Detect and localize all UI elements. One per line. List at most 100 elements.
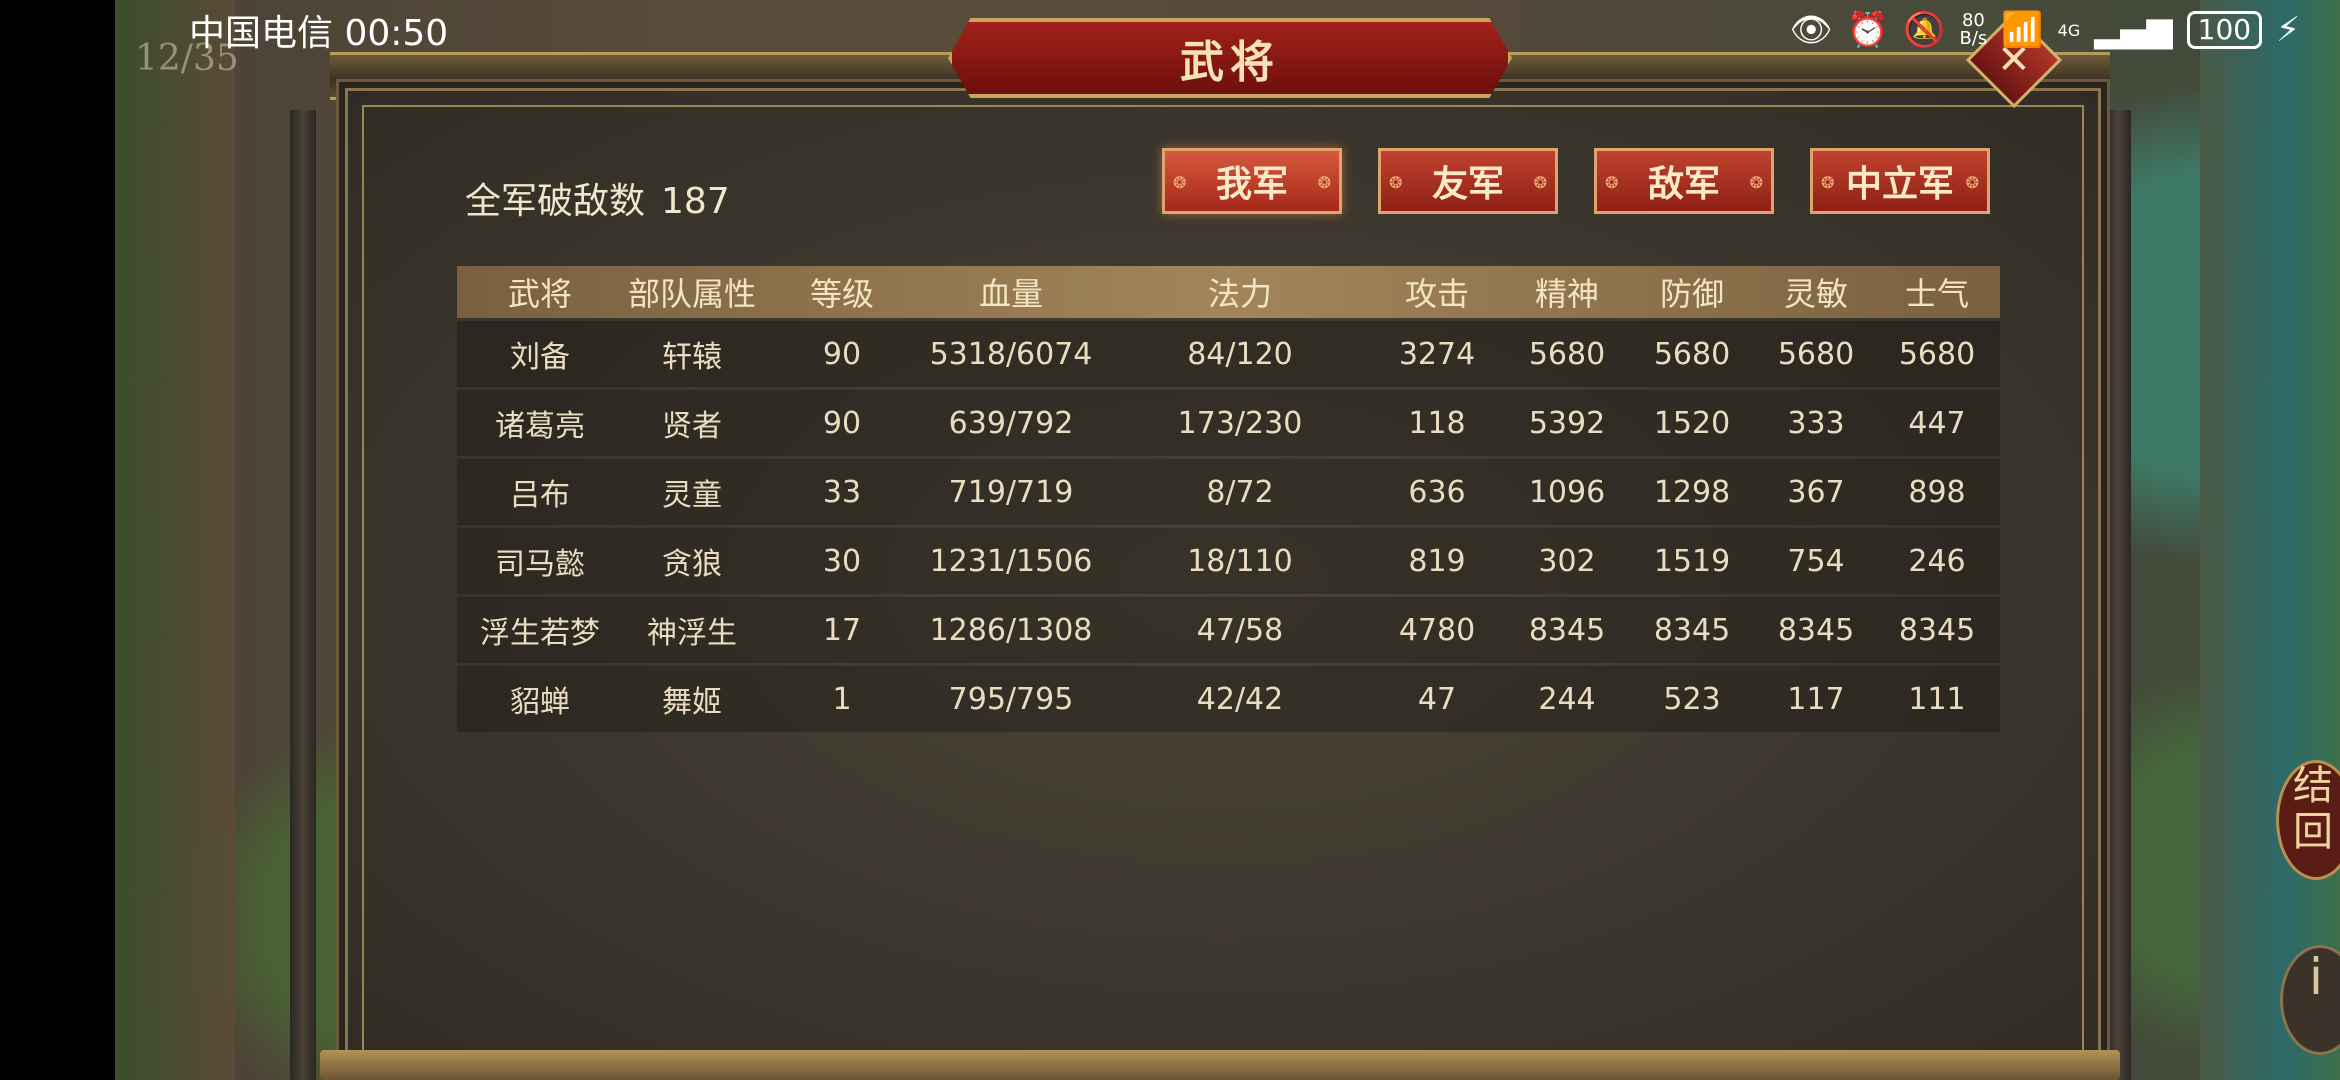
cell-defense: 1298 [1653, 474, 1731, 510]
tab-label: 中立军 [1845, 164, 1954, 205]
table-row[interactable]: 司马懿 贪狼 30 1231/1506 18/110 819 302 1519 … [457, 527, 2000, 594]
cell-morale: 447 [1908, 405, 1966, 441]
wifi-icon: 📶 [2001, 10, 2044, 50]
cell-defense: 5680 [1653, 336, 1731, 372]
cell-level: 90 [822, 336, 862, 372]
tab-label: 敌军 [1647, 164, 1720, 205]
cell-mp: 173/230 [1177, 405, 1303, 441]
cell-spirit: 244 [1538, 681, 1596, 717]
cell-troop-type: 贪狼 [662, 547, 722, 582]
cell-general: 诸葛亮 [495, 409, 585, 444]
cell-morale: 246 [1908, 543, 1966, 579]
wall-pillar-left [290, 110, 316, 1080]
network-speed: 80 B/s [1959, 10, 1988, 49]
cell-defense: 523 [1663, 681, 1721, 717]
header-defense: 防御 [1659, 275, 1724, 313]
cell-general: 吕布 [510, 478, 570, 513]
ornament-icon: ❂ [1533, 173, 1547, 192]
cell-hp: 639/792 [948, 405, 1074, 441]
cell-general: 刘备 [510, 340, 570, 375]
cell-mp: 8/72 [1206, 474, 1274, 510]
total-kills: 全军破敌数 187 [465, 172, 730, 224]
cell-hp: 1231/1506 [929, 543, 1093, 579]
table-row[interactable]: 诸葛亮 贤者 90 639/792 173/230 118 5392 1520 … [457, 389, 2000, 456]
ornament-icon: ❂ [1749, 173, 1763, 192]
cell-general: 司马懿 [495, 547, 585, 582]
cell-attack: 4780 [1398, 612, 1476, 648]
cell-morale: 111 [1908, 681, 1966, 717]
cell-spirit: 8345 [1528, 612, 1606, 648]
cell-troop-type: 贤者 [662, 409, 722, 444]
table-row[interactable]: 貂蝉 舞姬 1 795/795 42/42 47 244 523 117 111 [457, 665, 2000, 732]
cell-hp: 5318/6074 [929, 336, 1093, 372]
mute-icon: 🔕 [1903, 10, 1946, 50]
cell-attack: 819 [1408, 543, 1466, 579]
cell-morale: 898 [1908, 474, 1966, 510]
tab-label: 友军 [1431, 164, 1504, 205]
cell-level: 1 [832, 681, 852, 717]
ornament-icon: ❂ [1965, 173, 1979, 192]
header-attack: 攻击 [1404, 275, 1469, 313]
cell-hp: 1286/1308 [929, 612, 1093, 648]
carrier-time: 中国电信 00:50 [189, 13, 449, 54]
map-right-water [2200, 0, 2340, 1080]
cell-troop-type: 灵童 [662, 478, 722, 513]
header-hp: 血量 [978, 275, 1043, 313]
cell-troop-type: 舞姬 [662, 685, 722, 720]
cell-hp: 719/719 [948, 474, 1074, 510]
signal-label: 4G [2057, 20, 2081, 40]
tab-neutral-army[interactable]: ❂ 中立军 ❂ [1810, 148, 1990, 214]
cell-mp: 47/58 [1196, 612, 1284, 648]
table-row[interactable]: 吕布 灵童 33 719/719 8/72 636 1096 1298 367 … [457, 458, 2000, 525]
generals-table: 武将 部队属性 等级 血量 法力 攻击 精神 防御 灵敏 士气 刘备 轩辕 90… [457, 266, 2000, 732]
table-row[interactable]: 刘备 轩辕 90 5318/6074 84/120 3274 5680 5680… [457, 320, 2000, 387]
eye-icon: 👁 [1789, 10, 1833, 50]
ornament-icon: ❂ [1389, 173, 1403, 192]
cell-spirit: 302 [1538, 543, 1596, 579]
cell-defense: 1520 [1653, 405, 1731, 441]
map-left-terrain [115, 0, 235, 1080]
cell-hp: 795/795 [948, 681, 1074, 717]
cell-general: 貂蝉 [510, 685, 570, 720]
tab-allied-army[interactable]: ❂ 友军 ❂ [1378, 148, 1558, 214]
cell-mp: 18/110 [1187, 543, 1293, 579]
ornament-icon: ❂ [1605, 173, 1619, 192]
panel-bottom-rail [320, 1050, 2120, 1080]
cell-attack: 3274 [1398, 336, 1476, 372]
header-spirit: 精神 [1534, 275, 1599, 313]
cell-agility: 333 [1787, 405, 1845, 441]
header-general: 武将 [507, 275, 572, 313]
ornament-icon: ❂ [1173, 173, 1187, 192]
total-kills-value: 187 [661, 181, 730, 222]
cell-agility: 8345 [1777, 612, 1855, 648]
cell-agility: 367 [1787, 474, 1845, 510]
header-morale: 士气 [1904, 275, 1969, 313]
cell-spirit: 5392 [1528, 405, 1606, 441]
header-level: 等级 [809, 275, 874, 313]
cell-morale: 5680 [1898, 336, 1976, 372]
cell-level: 90 [822, 405, 862, 441]
signal-icon: ▂▄▆ [2094, 10, 2173, 50]
cell-morale: 8345 [1898, 612, 1976, 648]
cell-spirit: 5680 [1528, 336, 1606, 372]
cell-level: 17 [822, 612, 862, 648]
cell-general: 浮生若梦 [480, 616, 600, 651]
header-troop-type: 部队属性 [627, 275, 756, 313]
battery-level: 100 [2186, 11, 2263, 49]
cell-spirit: 1096 [1528, 474, 1606, 510]
cell-troop-type: 轩辕 [662, 340, 722, 375]
cell-level: 30 [822, 543, 862, 579]
total-kills-label: 全军破敌数 [465, 181, 646, 222]
system-status-bar: 中国电信 00:50 👁 ⏰ 🔕 80 B/s 📶 4G ▂▄▆ 100 ⚡ [115, 0, 2340, 60]
table-row[interactable]: 浮生若梦 神浮生 17 1286/1308 47/58 4780 8345 83… [457, 596, 2000, 663]
tab-label: 我军 [1215, 164, 1288, 205]
ornament-icon: ❂ [1821, 173, 1835, 192]
header-mp: 法力 [1207, 275, 1272, 313]
table-header: 武将 部队属性 等级 血量 法力 攻击 精神 防御 灵敏 士气 [457, 266, 2000, 318]
ornament-icon: ❂ [1317, 173, 1331, 192]
tab-enemy-army[interactable]: ❂ 敌军 ❂ [1594, 148, 1774, 214]
header-agility: 灵敏 [1783, 275, 1848, 313]
cell-level: 33 [822, 474, 862, 510]
cell-attack: 47 [1417, 681, 1457, 717]
tab-my-army[interactable]: ❂ 我军 ❂ [1162, 148, 1342, 214]
